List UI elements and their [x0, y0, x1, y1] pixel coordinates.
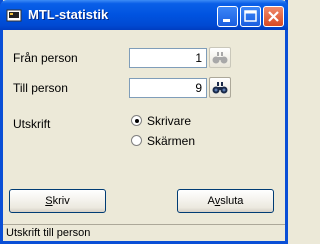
- to-person-input[interactable]: 9: [129, 78, 207, 98]
- minimize-icon: [223, 19, 230, 22]
- window-title: MTL-statistik: [28, 7, 109, 22]
- app-icon[interactable]: [6, 7, 22, 23]
- to-person-search-button[interactable]: [209, 77, 231, 98]
- from-person-search-button[interactable]: [209, 47, 231, 68]
- maximize-icon: [244, 10, 257, 22]
- binoculars-icon: [212, 52, 228, 64]
- minimize-button[interactable]: [217, 6, 238, 27]
- status-text: Utskrift till person: [6, 227, 91, 239]
- radio-screen-button[interactable]: [131, 135, 142, 146]
- binoculars-icon: [212, 82, 228, 94]
- output-label: Utskrift: [13, 117, 51, 131]
- to-person-label: Till person: [13, 81, 68, 95]
- maximize-button[interactable]: [240, 6, 261, 27]
- radio-printer-label: Skrivare: [147, 114, 192, 128]
- close-button[interactable]: [263, 6, 284, 27]
- from-person-label: Från person: [13, 51, 78, 65]
- from-person-input[interactable]: 1: [129, 48, 207, 68]
- radio-screen-label: Skärmen: [147, 134, 196, 148]
- print-mnemonic: S: [45, 195, 53, 207]
- close-icon: [268, 11, 279, 22]
- status-bar: Utskrift till person: [3, 224, 285, 241]
- radio-printer-button[interactable]: [131, 115, 142, 126]
- close-label-first: A: [207, 195, 215, 207]
- close-dialog-button[interactable]: Avsluta: [177, 189, 274, 213]
- print-button[interactable]: Skriv: [9, 189, 106, 213]
- close-label-rest: sluta: [220, 195, 244, 207]
- window: MTL-statistik Från person 1 Till person …: [0, 0, 288, 244]
- print-label-rest: kriv: [52, 195, 70, 207]
- title-bar[interactable]: MTL-statistik: [0, 0, 288, 30]
